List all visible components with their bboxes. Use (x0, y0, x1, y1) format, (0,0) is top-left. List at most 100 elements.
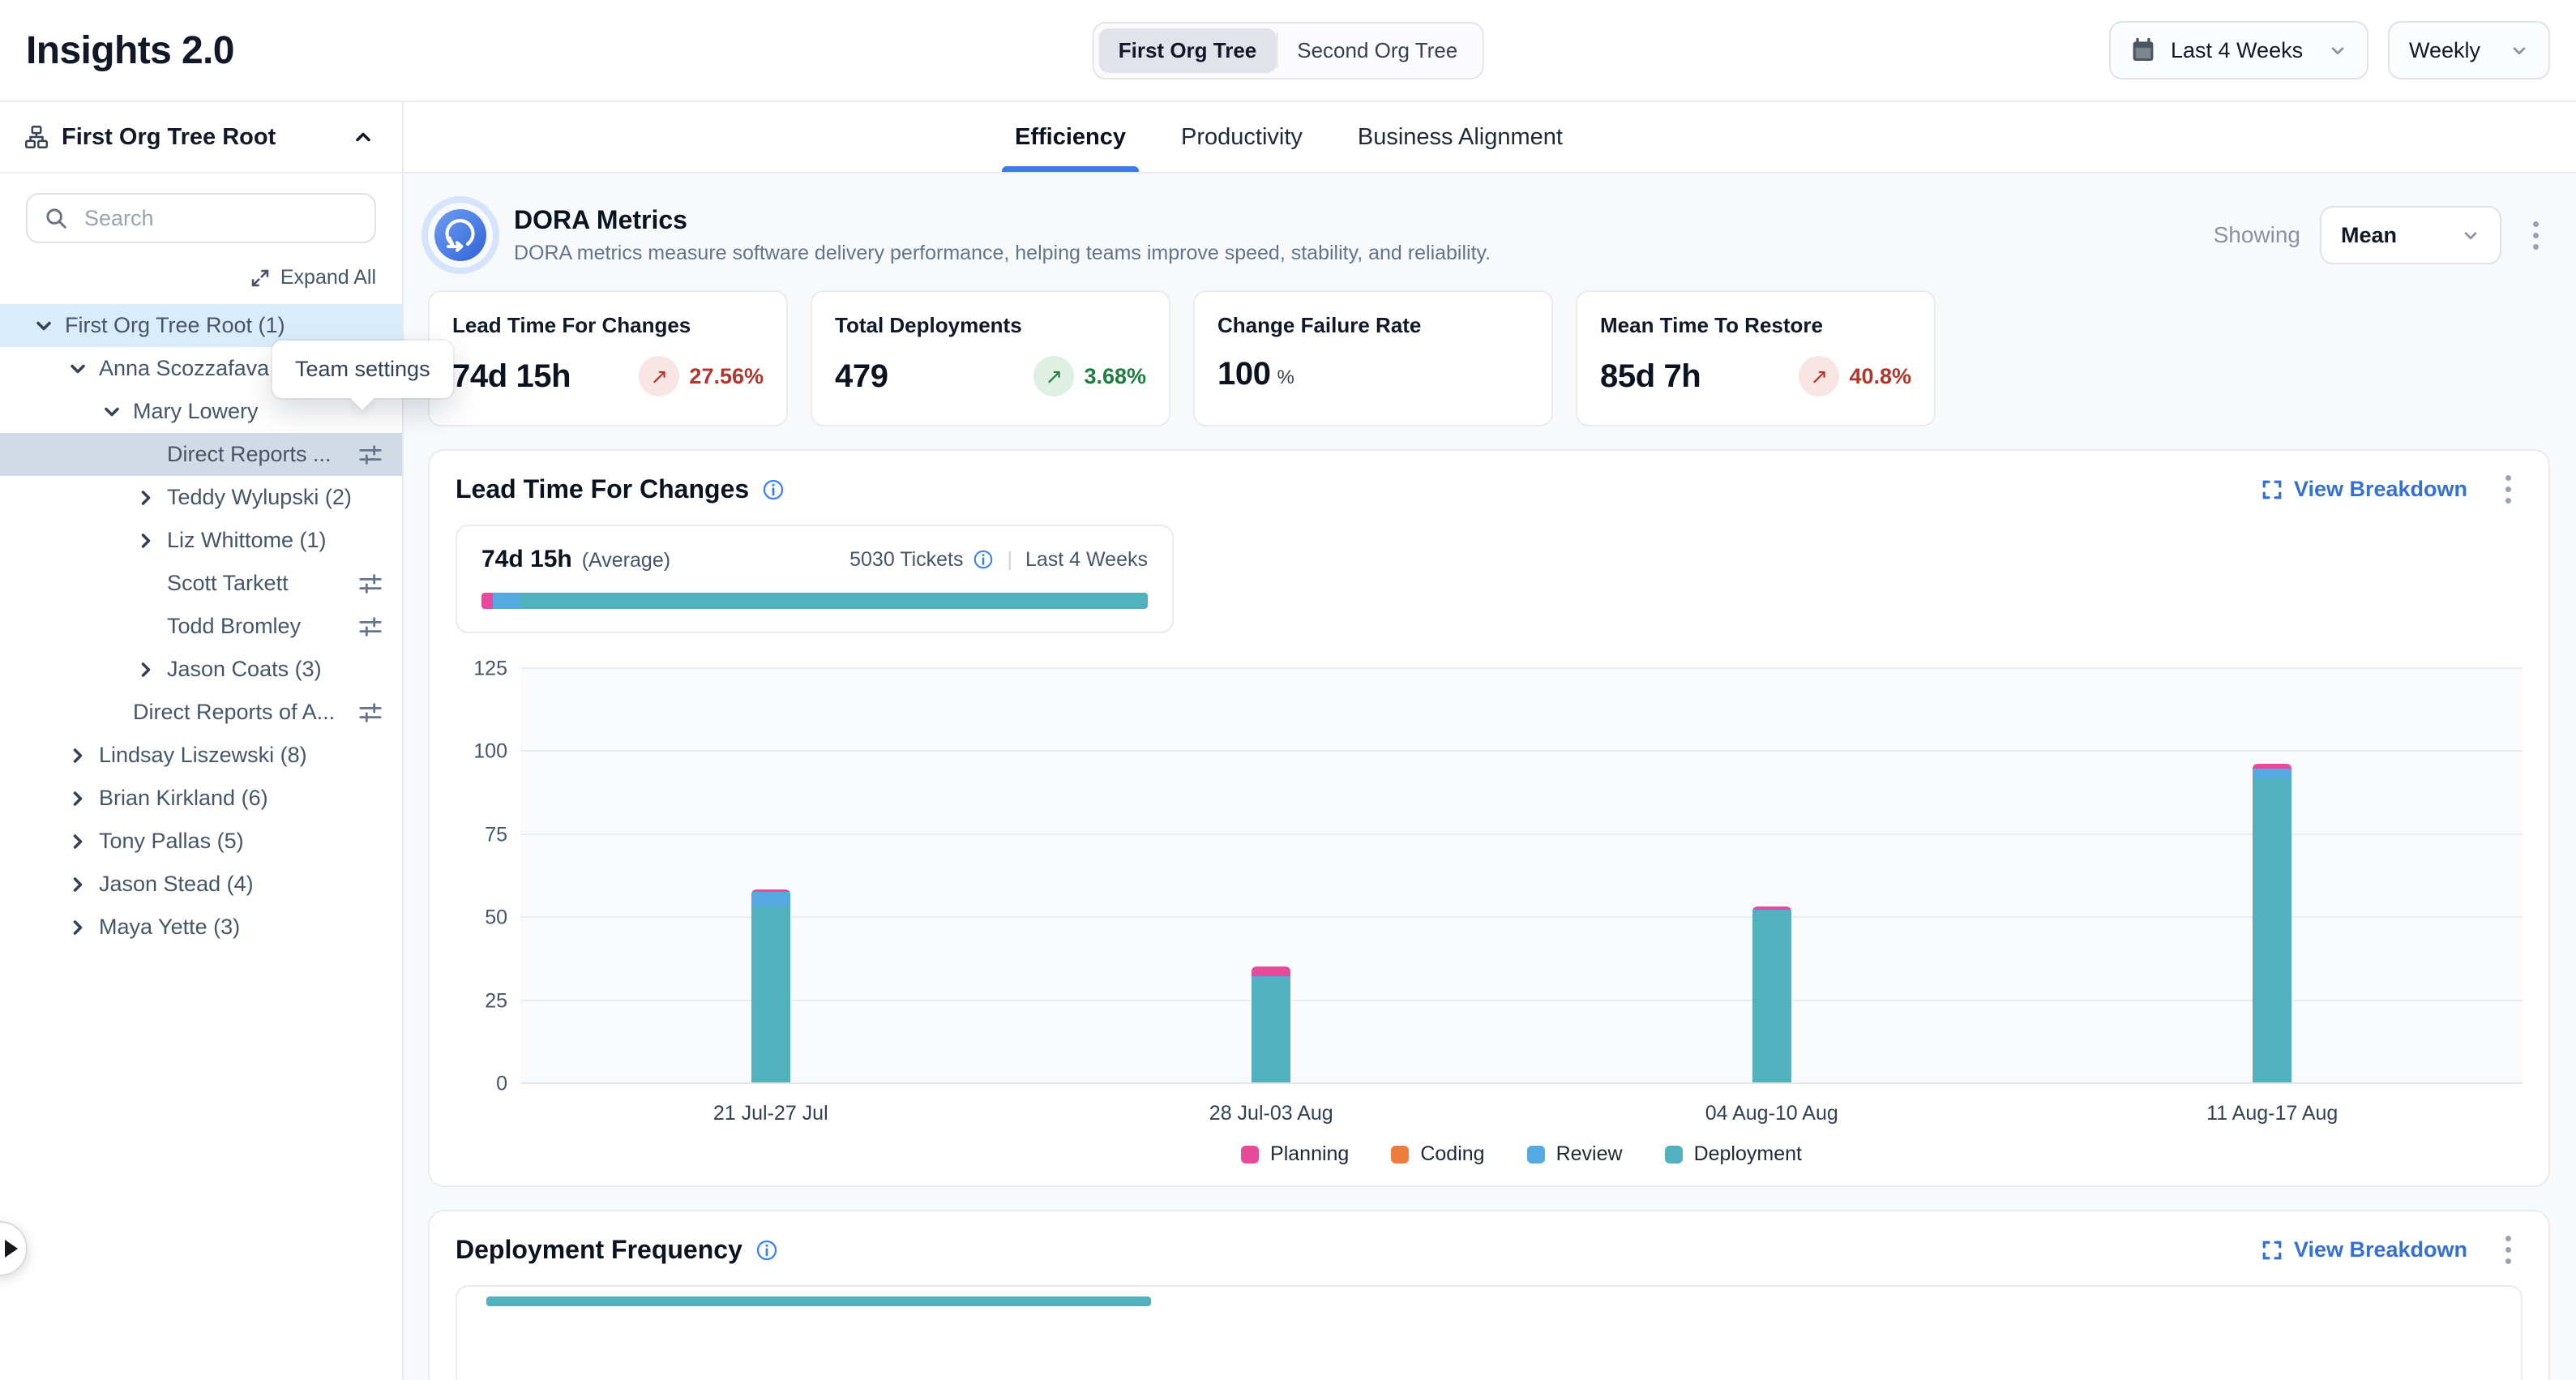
tree-row[interactable]: Direct Reports ... (0, 433, 402, 476)
tree-row[interactable]: Brian Kirkland (6) (0, 777, 402, 820)
deployment-frequency-header: Deployment Frequency View Breakdown (456, 1231, 2523, 1269)
chevron-right-icon[interactable] (135, 486, 157, 509)
org-chart-icon (24, 125, 49, 149)
tab-business-alignment[interactable]: Business Alignment (1358, 102, 1563, 172)
tab-productivity[interactable]: Productivity (1181, 102, 1303, 172)
top-bar: Insights 2.0 First Org TreeSecond Org Tr… (0, 0, 2576, 101)
arrow-right-icon (5, 1240, 18, 1258)
info-icon[interactable] (755, 1239, 778, 1262)
chevron-right-icon[interactable] (66, 873, 89, 896)
tree-item-label: First Org Tree Root (1) (65, 313, 285, 338)
metric-card-value: 100 (1217, 356, 1271, 392)
more-options-button[interactable] (2521, 216, 2550, 255)
x-tick-label: 11 Aug-17 Aug (2206, 1102, 2338, 1125)
search-input[interactable] (81, 204, 358, 233)
stacked-bar[interactable] (2253, 764, 2291, 1082)
chevron-right-icon[interactable] (66, 916, 89, 939)
gridline-50 (520, 916, 2523, 918)
info-icon[interactable] (973, 549, 994, 570)
tree-row[interactable]: Jason Coats (3) (0, 648, 402, 691)
org-tree-toggle-option[interactable]: Second Org Tree (1277, 28, 1477, 73)
tree-item-label: Tony Pallas (5) (99, 829, 244, 854)
chevron-right-icon[interactable] (66, 787, 89, 810)
legend-label: Deployment (1694, 1142, 1802, 1166)
chevron-right-icon[interactable] (135, 658, 157, 681)
team-settings-icon[interactable] (358, 701, 383, 725)
tab-efficiency[interactable]: Efficiency (1015, 102, 1126, 172)
more-options-button[interactable] (2493, 1231, 2523, 1269)
tree-row[interactable]: Direct Reports of A... (0, 691, 402, 734)
granularity-select[interactable]: Weekly (2388, 21, 2550, 79)
deployment-frequency-summary-card (456, 1285, 2523, 1380)
tree-row[interactable]: Maya Yette (3) (0, 906, 402, 949)
y-tick-label: 100 (473, 740, 507, 764)
tooltip-text: Team settings (295, 357, 430, 381)
chevron-right-icon[interactable] (135, 529, 157, 552)
metric-card-title: Total Deployments (835, 313, 1146, 338)
y-tick-label: 75 (485, 823, 507, 846)
content-area: DORA Metrics DORA metrics measure softwa… (404, 174, 2576, 1380)
collapse-sidebar-button[interactable] (347, 121, 379, 153)
legend-swatch (1391, 1146, 1409, 1164)
sidebar-title: First Org Tree Root (62, 124, 276, 151)
tree-row[interactable]: Tony Pallas (5) (0, 820, 402, 863)
team-settings-icon[interactable] (358, 615, 383, 639)
info-icon[interactable] (762, 478, 785, 501)
tree-item-label: Brian Kirkland (6) (99, 786, 268, 811)
trend-up-icon: ↗ (1799, 356, 1839, 396)
chart-plot-area (520, 669, 2523, 1084)
expand-all-button[interactable]: Expand All (26, 266, 376, 289)
legend-label: Coding (1420, 1142, 1484, 1166)
team-settings-icon[interactable] (358, 572, 383, 596)
average-meta: 5030 Tickets | Last 4 Weeks (849, 548, 1148, 572)
top-bar-controls: Last 4 Weeks Weekly (2109, 21, 2550, 79)
stacked-bar[interactable] (1752, 906, 1791, 1082)
breakdown-corners-icon (2261, 1240, 2283, 1261)
stacked-bar[interactable] (751, 889, 790, 1082)
chevron-right-icon[interactable] (66, 830, 89, 853)
team-settings-icon[interactable] (358, 443, 383, 467)
metric-cards: Lead Time For Changes 74d 15h↗27.56% Total… (428, 290, 2550, 426)
x-tick-label: 28 Jul-03 Aug (1209, 1102, 1333, 1125)
tree-row[interactable]: Todd Bromley (0, 605, 402, 648)
lead-time-panel-header: Lead Time For Changes View Breakdown (456, 470, 2523, 508)
chevron-down-icon[interactable] (32, 315, 55, 337)
tree-row[interactable]: Liz Whittome (1) (0, 519, 402, 562)
chevron-right-icon[interactable] (66, 744, 89, 767)
y-tick-label: 25 (485, 989, 507, 1013)
view-breakdown-link[interactable]: View Breakdown (2261, 477, 2467, 502)
metric-card: Change Failure Rate100% (1193, 290, 1553, 426)
main-content: Efficiency Productivity Business Alignment (404, 102, 2576, 1380)
bar-segment-deployment (751, 906, 790, 1082)
date-range-select[interactable]: Last 4 Weeks (2109, 21, 2368, 79)
metric-card-title: Lead Time For Changes (452, 313, 764, 338)
showing-value: Mean (2341, 223, 2397, 248)
tree-row[interactable]: Lindsay Liszewski (8) (0, 734, 402, 777)
chevron-down-icon[interactable] (101, 401, 123, 423)
deployment-frequency-bar (486, 1296, 1151, 1306)
tree-row[interactable]: Teddy Wylupski (2) (0, 476, 402, 519)
showing-select[interactable]: Mean (2320, 206, 2501, 264)
legend-item-planning: Planning (1241, 1142, 1349, 1166)
view-breakdown-link[interactable]: View Breakdown (2261, 1237, 2467, 1262)
stacked-bar[interactable] (1252, 966, 1290, 1082)
legend-item-review: Review (1527, 1142, 1623, 1166)
delta-badge: ↗3.68% (1033, 356, 1146, 396)
average-label: (Average) (582, 549, 670, 572)
metric-card-value-row: 74d 15h↗27.56% (452, 356, 764, 396)
more-options-button[interactable] (2493, 470, 2523, 508)
delta-badge: ↗40.8% (1799, 356, 1911, 396)
org-tree-toggle-option[interactable]: First Org Tree (1099, 28, 1277, 73)
chevron-down-icon[interactable] (66, 358, 89, 380)
legend-label: Planning (1270, 1142, 1349, 1166)
chevron-down-icon (2510, 41, 2529, 60)
legend-item-coding: Coding (1391, 1142, 1484, 1166)
chart-x-axis: 21 Jul-27 Jul28 Jul-03 Aug04 Aug-10 Aug1… (520, 1084, 2523, 1129)
tree-row[interactable]: Jason Stead (4) (0, 863, 402, 906)
sidebar: First Org Tree Root Expand All (0, 102, 404, 1380)
tree-row[interactable]: Scott Tarkett (0, 562, 402, 605)
average-bar-segment-deployment (520, 593, 1148, 609)
bar-segment-review (2253, 769, 2291, 778)
expand-all-label: Expand All (280, 266, 376, 289)
y-axis-spacer (456, 1084, 520, 1129)
